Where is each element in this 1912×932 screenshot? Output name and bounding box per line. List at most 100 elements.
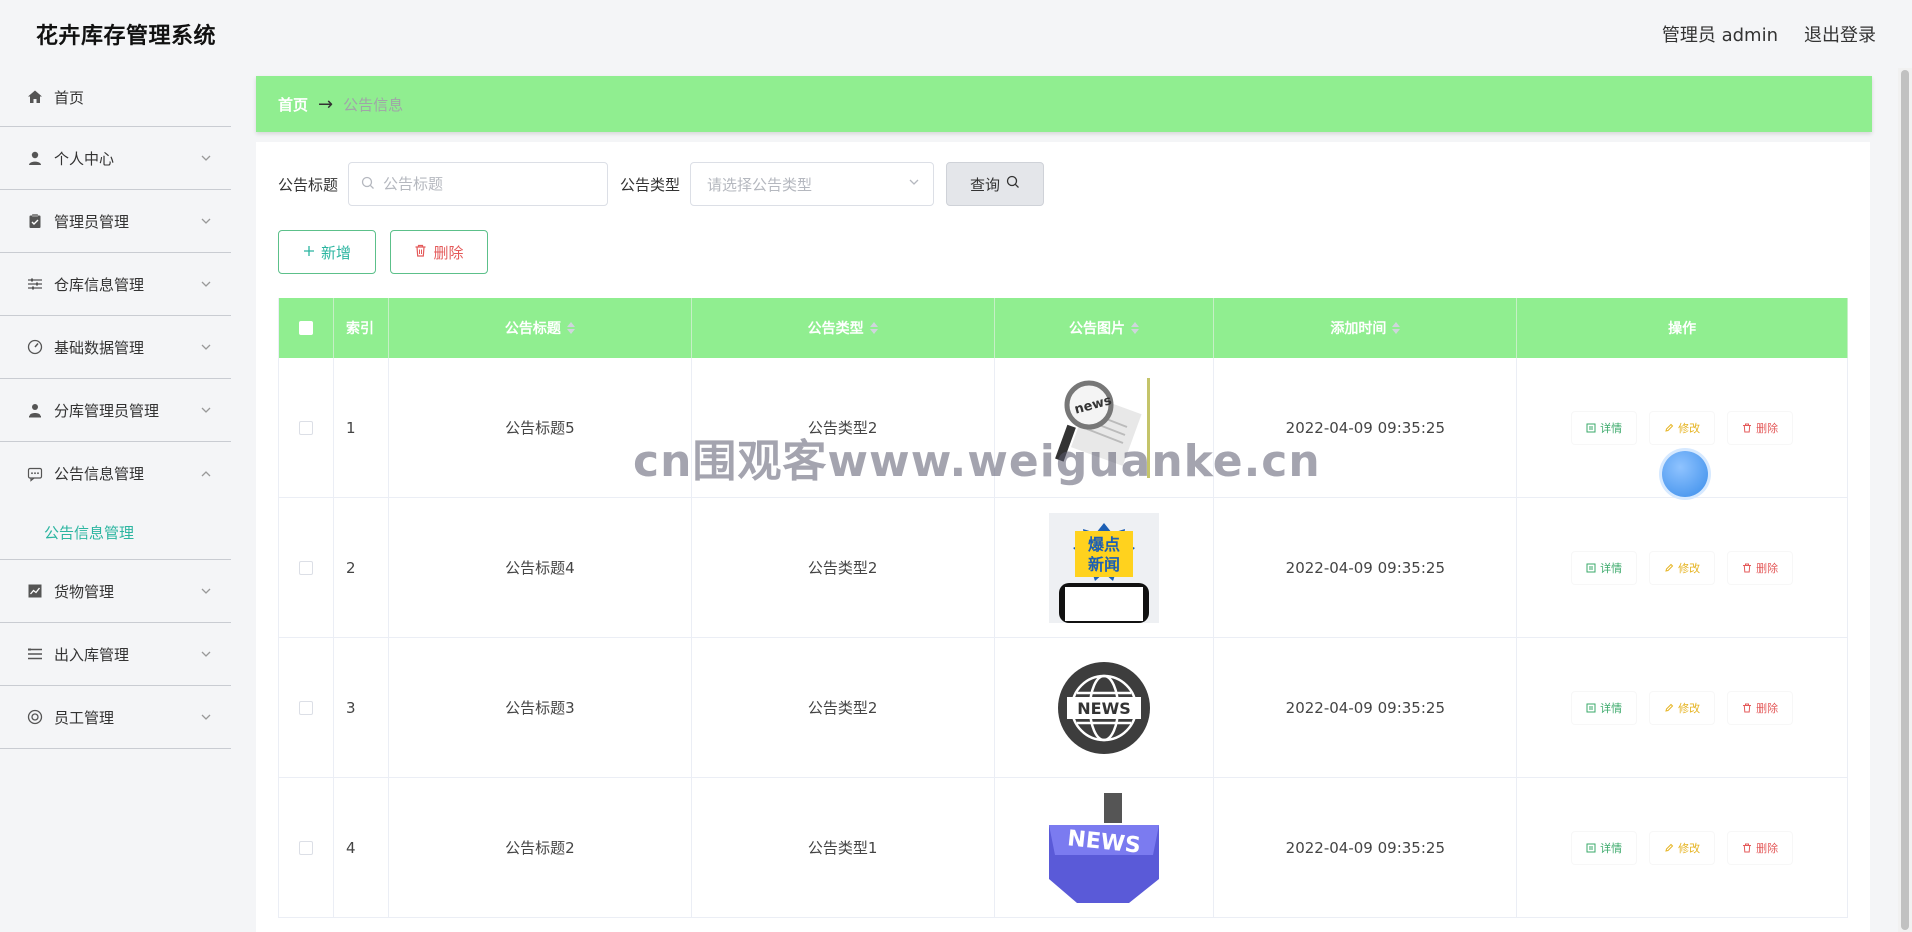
detail-button[interactable]: 详情 xyxy=(1572,691,1637,724)
detail-button-label: 详情 xyxy=(1600,841,1623,855)
edit-button-label: 修改 xyxy=(1678,841,1701,855)
breadcrumb-home-link[interactable]: 首页 xyxy=(278,94,308,115)
floating-assistant-button[interactable] xyxy=(1662,451,1708,497)
search-icon xyxy=(361,175,375,194)
row-index: 4 xyxy=(334,778,389,917)
pencil-icon xyxy=(1665,563,1674,572)
edit-button[interactable]: 修改 xyxy=(1650,551,1715,584)
sidebar-item-warehouse-management[interactable]: 仓库信息管理 xyxy=(0,253,231,316)
delete-button-label: 删除 xyxy=(1756,841,1779,855)
sort-caret-icon[interactable] xyxy=(869,322,878,334)
sidebar-item-basic-data[interactable]: 基础数据管理 xyxy=(0,316,231,379)
trash-icon xyxy=(414,243,427,261)
breadcrumb-current: 公告信息 xyxy=(343,95,404,114)
detail-button[interactable]: 详情 xyxy=(1572,831,1637,864)
batch-delete-button[interactable]: 删除 xyxy=(390,230,488,274)
delete-button-label: 删除 xyxy=(433,243,464,262)
edit-button-label: 修改 xyxy=(1678,701,1701,715)
type-select[interactable]: 请选择公告类型 xyxy=(690,162,935,206)
query-button[interactable]: 查询 xyxy=(946,162,1045,206)
title-search-label: 公告标题 xyxy=(278,175,339,194)
chevron-down-icon xyxy=(199,277,213,291)
header-time[interactable]: 添加时间 xyxy=(1214,298,1518,358)
plus-icon xyxy=(303,243,315,261)
header-title[interactable]: 公告标题 xyxy=(389,298,692,358)
document-icon xyxy=(1586,843,1596,852)
header-image-label: 公告图片 xyxy=(1068,321,1125,337)
chart-icon xyxy=(26,582,44,600)
sidebar-item-label: 仓库信息管理 xyxy=(54,275,145,294)
edit-button[interactable]: 修改 xyxy=(1650,691,1715,724)
chevron-up-icon xyxy=(199,467,213,481)
title-search-input[interactable] xyxy=(383,175,596,193)
query-button-label: 查询 xyxy=(970,175,1001,194)
chevron-down-icon xyxy=(199,340,213,354)
detail-button[interactable]: 详情 xyxy=(1572,551,1637,584)
row-checkbox[interactable] xyxy=(298,560,313,575)
add-button[interactable]: 新增 xyxy=(278,230,376,274)
row-checkbox[interactable] xyxy=(298,840,313,855)
detail-button[interactable]: 详情 xyxy=(1572,411,1637,444)
header-ops: 操作 xyxy=(1517,298,1849,358)
trash-icon xyxy=(1743,423,1752,432)
sidebar-item-notice-management[interactable]: 公告信息管理 xyxy=(0,442,231,505)
row-title: 公告标题4 xyxy=(389,498,692,637)
row-index: 2 xyxy=(334,498,389,637)
row-type: 公告类型2 xyxy=(692,358,995,497)
delete-button[interactable]: 删除 xyxy=(1728,411,1793,444)
list-icon xyxy=(26,645,44,663)
row-image-cell: 爆点 新闻 xyxy=(995,498,1215,637)
top-right-area: 管理员 admin 退出登录 xyxy=(1662,21,1876,47)
document-icon xyxy=(1586,703,1596,712)
sidebar-item-personal-center[interactable]: 个人中心 xyxy=(0,127,231,190)
top-header: 花卉库存管理系统 管理员 admin 退出登录 xyxy=(0,0,1912,68)
sidebar-item-label: 首页 xyxy=(54,88,85,107)
news-magnifier-image[interactable]: news xyxy=(1048,372,1159,483)
sidebar-item-home[interactable]: 首页 xyxy=(0,68,231,127)
edit-button[interactable]: 修改 xyxy=(1650,831,1715,864)
row-checkbox[interactable] xyxy=(298,420,313,435)
sidebar-item-label: 管理员管理 xyxy=(54,212,130,231)
delete-button-label: 删除 xyxy=(1756,421,1779,435)
row-title: 公告标题2 xyxy=(389,778,692,917)
edit-button-label: 修改 xyxy=(1678,561,1701,575)
sidebar-item-inout-management[interactable]: 出入库管理 xyxy=(0,623,231,686)
sidebar-item-label: 货物管理 xyxy=(54,582,115,601)
chevron-down-icon xyxy=(907,175,921,193)
sidebar-item-branch-admin[interactable]: 分库管理员管理 xyxy=(0,379,231,442)
sidebar-item-goods-management[interactable]: 货物管理 xyxy=(0,560,231,623)
table-header: 索引 公告标题 公告类型 公告图片 添加时间 操作 xyxy=(279,298,1849,358)
sidebar-item-label: 基础数据管理 xyxy=(54,338,145,357)
news-key-image[interactable]: NEWS xyxy=(1048,792,1159,903)
trash-icon xyxy=(1743,843,1752,852)
scrollbar-thumb[interactable] xyxy=(1901,70,1909,930)
news-globe-image[interactable]: NEWS xyxy=(1048,652,1159,763)
header-image[interactable]: 公告图片 xyxy=(995,298,1215,358)
select-all-checkbox[interactable] xyxy=(298,321,313,335)
row-checkbox[interactable] xyxy=(298,700,313,715)
title-search-field[interactable] xyxy=(348,162,609,206)
sort-caret-icon[interactable] xyxy=(1130,322,1139,334)
header-type[interactable]: 公告类型 xyxy=(692,298,995,358)
edit-button[interactable]: 修改 xyxy=(1650,411,1715,444)
submenu-item-notice-management[interactable]: 公告信息管理 xyxy=(0,505,231,560)
content-panel: 公告标题 公告类型 请选择公告类型 查询 xyxy=(256,142,1870,932)
page-scrollbar[interactable] xyxy=(1898,68,1912,932)
delete-button[interactable]: 删除 xyxy=(1728,831,1793,864)
chevron-down-icon xyxy=(199,584,213,598)
sidebar-item-staff-management[interactable]: 员工管理 xyxy=(0,686,231,749)
delete-button[interactable]: 删除 xyxy=(1728,551,1793,584)
sort-caret-icon[interactable] xyxy=(1392,322,1401,334)
pencil-icon xyxy=(1665,423,1674,432)
notice-table: 索引 公告标题 公告类型 公告图片 添加时间 操作 1 公告标题5 公告类型2 … xyxy=(278,298,1849,918)
row-select-cell xyxy=(279,778,334,917)
delete-button[interactable]: 删除 xyxy=(1728,691,1793,724)
sidebar-item-admin-management[interactable]: 管理员管理 xyxy=(0,190,231,253)
gauge-icon xyxy=(26,338,44,356)
pencil-icon xyxy=(1665,843,1674,852)
table-row: 2 公告标题4 公告类型2 爆点 新闻 2022-04-09 09:35:25 xyxy=(279,498,1849,638)
sort-caret-icon[interactable] xyxy=(566,322,575,334)
breaking-news-phone-image[interactable]: 爆点 新闻 xyxy=(1048,512,1159,623)
app-title: 花卉库存管理系统 xyxy=(36,24,217,49)
logout-link[interactable]: 退出登录 xyxy=(1804,21,1876,47)
